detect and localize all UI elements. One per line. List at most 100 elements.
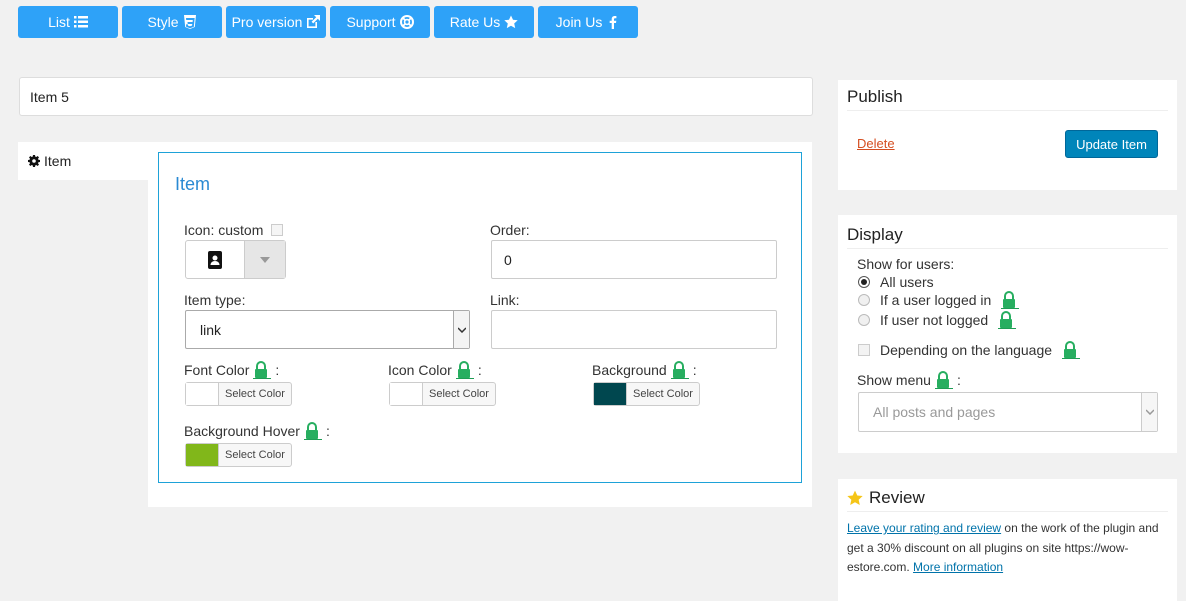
icon-color-label: Icon Color : [388,361,482,379]
item-type-select[interactable]: link [185,310,470,349]
font-color-select: Select Color [218,383,291,405]
support-button[interactable]: Support [330,6,430,38]
list-button-label: List [48,14,70,30]
pro-version-button[interactable]: Pro version [226,6,326,38]
leave-review-link[interactable]: Leave your rating and review [847,521,1001,535]
list-button[interactable]: List [18,6,118,38]
icon-color-picker[interactable]: Select Color [389,382,496,406]
background-hover-color-swatch [186,444,218,466]
publish-box: Publish Delete Update Item [838,80,1177,190]
order-input[interactable]: 0 [491,240,777,279]
pro-version-button-label: Pro version [231,14,303,30]
icon-color-select: Select Color [422,383,495,405]
gear-icon [28,155,40,167]
lock-icon [1062,341,1081,359]
language-label: Depending on the language [880,342,1053,358]
top-navigation: List Style Pro version Support Rate Us J… [18,6,638,38]
join-us-button[interactable]: Join Us [538,6,638,38]
background-label: Background : [592,361,697,379]
order-value: 0 [504,251,512,268]
lock-icon [934,371,953,389]
chevron-down-icon [453,311,469,348]
publish-divider [847,110,1168,111]
show-menu-colon: : [956,372,961,388]
lock-icon [670,361,689,379]
show-menu-value: All posts and pages [873,404,996,420]
display-title: Display [847,225,903,244]
radio-logged-in[interactable]: If a user logged in [858,291,1020,309]
review-box: Review Leave your rating and review on t… [838,479,1177,601]
radio-not-logged[interactable]: If user not logged [858,311,1017,329]
facebook-icon [610,16,617,29]
radio-logged-in-button[interactable] [858,294,870,306]
star-icon [504,15,518,29]
lock-icon [1001,291,1020,309]
font-color-picker[interactable]: Select Color [185,382,292,406]
tab-item[interactable]: Item [18,142,150,180]
link-input[interactable] [491,310,777,349]
style-button[interactable]: Style [122,6,222,38]
lock-icon [303,422,322,440]
item-section-title: Item [175,174,211,194]
icon-custom-checkbox[interactable] [271,224,284,236]
css3-icon [183,15,196,29]
lock-icon [455,361,474,379]
background-hover-label: Background Hover : [184,422,330,440]
icon-custom-label: Icon: custom [184,222,284,238]
icon-picker-dropdown[interactable] [244,241,285,278]
item-title-input[interactable] [19,77,813,116]
item-settings-box: Item Icon: custom Order: 0 Item type: li… [158,152,802,483]
background-hover-colon: : [325,423,330,439]
show-menu-label: Show menu : [857,371,961,389]
font-color-label: Font Color : [184,361,279,379]
lock-icon [998,311,1017,329]
order-label: Order: [490,222,530,238]
icon-picker[interactable] [185,240,286,279]
radio-not-logged-button[interactable] [858,314,870,326]
lifebuoy-icon [399,15,414,29]
radio-all-users-label: All users [880,274,934,290]
address-book-icon [186,241,244,278]
icon-custom-text: Icon: custom [184,222,264,238]
chevron-down-icon [1141,393,1157,431]
radio-not-logged-label: If user not logged [880,312,989,328]
background-color-picker[interactable]: Select Color [593,382,700,406]
more-information-link[interactable]: More information [913,560,1003,574]
review-text: Leave your rating and review on the work… [847,519,1172,578]
background-color-swatch [594,383,626,405]
show-menu-select[interactable]: All posts and pages [858,392,1158,432]
item-type-value: link [200,321,222,338]
caret-down-icon [260,256,270,263]
background-hover-color-picker[interactable]: Select Color [185,443,292,467]
show-for-users-label: Show for users: [857,256,955,272]
join-us-button-label: Join Us [555,14,603,30]
lock-icon [253,361,272,379]
icon-color-colon: : [477,362,482,378]
review-divider [847,511,1168,512]
delete-link[interactable]: Delete [857,136,895,151]
tab-item-label: Item [44,153,72,169]
radio-all-users-button[interactable] [858,276,870,288]
radio-all-users[interactable]: All users [858,274,934,290]
icon-color-text: Icon Color [388,362,452,378]
language-checkbox[interactable] [858,344,870,356]
publish-title: Publish [847,87,903,106]
display-divider [847,248,1168,249]
link-label: Link: [490,292,520,308]
update-item-button[interactable]: Update Item [1065,130,1158,158]
star-icon [847,490,863,505]
icon-color-swatch [390,383,422,405]
font-color-text: Font Color [184,362,250,378]
font-color-swatch [186,383,218,405]
background-color-select: Select Color [626,383,699,405]
language-checkbox-row[interactable]: Depending on the language [858,341,1081,359]
font-color-colon: : [275,362,280,378]
external-link-icon [307,15,321,28]
review-title-text: Review [869,488,925,507]
rate-us-button[interactable]: Rate Us [434,6,534,38]
item-type-label: Item type: [184,292,246,308]
list-icon [73,16,88,28]
support-button-label: Support [346,14,396,30]
style-button-label: Style [147,14,179,30]
show-menu-text: Show menu [857,372,931,388]
